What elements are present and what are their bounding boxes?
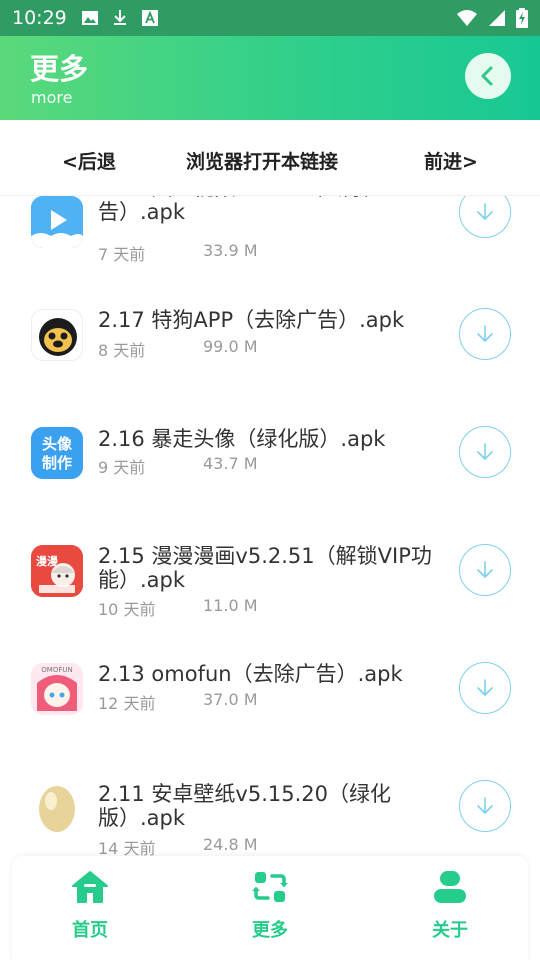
list-item[interactable]: 2.17 特狗APP（去除广告）.apk 8 天前 99.0 M [0, 294, 540, 412]
app-meta: 9 天前 43.7 M [98, 454, 258, 478]
home-icon [72, 871, 108, 903]
signal-icon [489, 10, 505, 26]
list-item[interactable]: OMOFUN 2.13 omofun（去除广告）.apk 12 天前 37.0 … [0, 648, 540, 766]
page-header: 更多 more [0, 36, 540, 120]
app-time: 10 天前 [98, 600, 156, 619]
app-time: 7 天前 [98, 245, 146, 264]
download-arrow-icon [477, 443, 493, 460]
svg-text:OMOFUN: OMOFUN [41, 666, 72, 674]
tab-more[interactable]: 更多 [225, 870, 315, 942]
download-button[interactable] [459, 426, 511, 478]
chevron-left-icon [481, 66, 493, 86]
sky-video-play-icon [31, 196, 83, 248]
download-arrow-icon [477, 325, 493, 342]
app-meta: 10 天前 11.0 M [98, 596, 258, 620]
download-button[interactable] [459, 196, 511, 238]
open-in-browser-link[interactable]: 浏览器打开本链接 [186, 147, 338, 174]
list-item[interactable]: 漫漫 2.15 漫漫漫画v5.2.51（解锁VIP功能）.apk 10 天前 1… [0, 530, 540, 648]
app-time: 8 天前 [98, 341, 146, 360]
download-button[interactable] [459, 544, 511, 596]
app-time: 9 天前 [98, 458, 146, 477]
tab-about-label: 关于 [432, 920, 468, 941]
egg-wallpaper-icon [31, 781, 83, 833]
list-item[interactable]: 头像 制作 2.16 暴走头像（绿化版）.apk 9 天前 43.7 M [0, 412, 540, 530]
app-name: 2.16 暴走头像（绿化版）.apk [98, 427, 386, 451]
browser-nav-bar: <后退 浏览器打开本链接 前进> [0, 120, 540, 196]
download-arrow-icon [477, 561, 493, 578]
list-item[interactable]: 2.19 天空视频v3.3.2（去除广告）.apk 7 天前 33.9 M [0, 196, 540, 294]
list-item[interactable]: 2.11 安卓壁纸v5.15.20（绿化版）.apk 14 天前 24.8 M [0, 766, 540, 856]
app-name: 2.13 omofun（去除广告）.apk [98, 662, 403, 686]
app-name: 2.15 漫漫漫画v5.2.51（解锁VIP功能）.apk [98, 544, 432, 592]
app-name: 2.11 安卓壁纸v5.15.20（绿化版）.apk [98, 782, 392, 830]
nav-back-link[interactable]: <后退 [62, 147, 116, 174]
omofun-anime-icon: OMOFUN [31, 663, 83, 715]
svg-text:制作: 制作 [42, 454, 72, 472]
app-size: 11.0 M [203, 596, 258, 615]
download-notification-icon [113, 10, 126, 25]
app-meta: 12 天前 37.0 M [98, 690, 258, 714]
status-time: 10:29 [12, 7, 67, 29]
svg-text:头像: 头像 [42, 435, 73, 453]
app-size: 37.0 M [203, 690, 258, 709]
download-arrow-icon [477, 203, 493, 220]
tab-about[interactable]: 关于 [405, 870, 495, 942]
app-size: 99.0 M [203, 337, 258, 356]
app-name: 2.19 天空视频v3.3.2（去除广告）.apk [98, 196, 385, 224]
app-size: 24.8 M [203, 835, 258, 854]
image-notification-icon [81, 11, 98, 25]
page-subtitle: more [31, 88, 73, 107]
app-time: 14 天前 [98, 839, 156, 856]
tab-more-label: 更多 [252, 920, 288, 941]
app-meta: 14 天前 24.8 M [98, 835, 258, 856]
app-name: 2.17 特狗APP（去除广告）.apk [98, 308, 405, 332]
app-size: 33.9 M [203, 241, 258, 260]
tab-home-label: 首页 [72, 920, 108, 941]
back-button[interactable] [465, 53, 511, 99]
app-meta: 8 天前 99.0 M [98, 337, 258, 361]
download-button[interactable] [459, 662, 511, 714]
avatar-maker-icon: 头像 制作 [31, 427, 83, 479]
app-size: 43.7 M [203, 454, 258, 473]
status-bar: 10:29 [0, 0, 540, 36]
manga-app-icon: 漫漫 [31, 545, 83, 597]
user-icon [434, 871, 466, 903]
nav-forward-link[interactable]: 前进> [424, 147, 478, 174]
app-list[interactable]: 2.19 天空视频v3.3.2（去除广告）.apk 7 天前 33.9 M 2.… [0, 196, 540, 856]
pug-dog-icon [31, 309, 83, 361]
bottom-tab-bar: 首页 更多 关于 [12, 856, 528, 960]
swap-more-icon [252, 872, 288, 902]
wifi-icon [457, 10, 477, 26]
tab-home[interactable]: 首页 [45, 870, 135, 942]
page-title: 更多 [30, 52, 89, 86]
download-arrow-icon [477, 679, 493, 696]
download-button[interactable] [459, 308, 511, 360]
download-button[interactable] [459, 780, 511, 832]
app-meta: 7 天前 33.9 M [98, 241, 258, 265]
app-time: 12 天前 [98, 694, 156, 713]
font-notification-icon [141, 10, 158, 26]
download-arrow-icon [477, 797, 493, 814]
battery-icon [516, 8, 528, 28]
